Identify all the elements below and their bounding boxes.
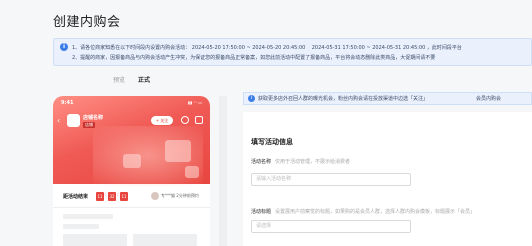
gift-decoration xyxy=(123,154,141,168)
notice-line-1: 1、请各位商家知悉在以下时间段内设置内购会活动： 2024-05-20 17:5… xyxy=(72,44,462,51)
notice-line1-prefix: 1、请各位商家知悉在以下时间段内设置内购会活动： xyxy=(72,45,191,51)
countdown-row: 距活动结束 11 : 32 : 11 专***猫 2分钟前预约 xyxy=(53,192,210,204)
notice-banner: i 1、请各位商家知悉在以下时间段内设置内购会活动： 2024-05-20 17… xyxy=(53,38,532,66)
field-label-text: 活动标题 xyxy=(251,209,272,215)
share-icon xyxy=(195,116,203,124)
notice-period-1: 2024-05-20 17:50:00 ~ 2024-05-20 20:45:0… xyxy=(191,45,306,51)
field-label-title: 活动标题 设置展用户前察觉的标题，如果购的是会员人群，选择人群内购会模板，标题展示… xyxy=(251,208,475,215)
activity-name-input[interactable]: 请输入活动名称 xyxy=(251,173,411,186)
phone-status-time: 9:41 xyxy=(61,100,74,106)
divider xyxy=(53,207,210,208)
countdown-colon: : xyxy=(117,192,119,198)
form-section-title: 填写活动信息 xyxy=(251,138,293,146)
tip-text-member: 会员内购会 xyxy=(476,96,502,102)
side-placeholder xyxy=(219,96,227,246)
clock-icon xyxy=(181,116,189,124)
back-arrow-icon: ‹ xyxy=(57,116,61,125)
activity-form: 填写活动信息 活动名称 仅用于活动管理，不展示给消费者 请输入活动名称 活动标题设… xyxy=(243,112,532,246)
notice-line1-suffix: ，此时间段平台 xyxy=(426,45,462,51)
skeleton-line xyxy=(63,214,113,219)
info-icon: i xyxy=(248,95,255,102)
notice-line-2: 2、提醒的商家，因报备商品与内购会活动产生冲突，为保证您的报备商品正常备案，如您… xyxy=(72,55,436,61)
activity-title-select[interactable]: 请选择 xyxy=(251,220,411,233)
shop-logo xyxy=(67,114,80,127)
countdown-colon: : xyxy=(105,192,107,198)
gift-decoration xyxy=(165,140,191,162)
skeleton-block xyxy=(133,234,197,246)
phone-hero-banner xyxy=(53,96,210,186)
page: 创建内购会 i 1、请各位商家知悉在以下时间段内设置内购会活动： 2024-05… xyxy=(0,0,532,246)
preview-toggle-official[interactable]: 正式 xyxy=(138,75,150,84)
field-label-text: 活动名称 xyxy=(251,159,272,165)
field-hint: 仅用于活动管理，不展示给消费者 xyxy=(275,159,351,165)
reservation-text: 专***猫 2分钟前预约 xyxy=(161,193,199,198)
countdown-minutes: 32 xyxy=(108,192,116,201)
countdown-label: 距活动结束 xyxy=(63,194,89,200)
countdown-seconds: 11 xyxy=(120,192,128,201)
shop-tag: 店铺 xyxy=(83,122,95,128)
phone-preview: 9:41 ▮▮ ◠ ▭ ‹ 店铺名称 店铺 + 关注 距活动结束 11 : 32… xyxy=(53,96,210,246)
tip-banner: i 获取更多店外召回人群的曝光机会，粉丝内购会请在投放渠道中边选「关注」 会员内… xyxy=(243,92,532,105)
avatar xyxy=(151,192,159,200)
gift-decoration xyxy=(185,166,199,178)
preview-toggle-preview[interactable]: 预览 xyxy=(113,75,125,84)
field-hint: 设置展用户前察觉的标题，如果购的是会员人群，选择人群内购会模板，标题展示「会员」 xyxy=(275,209,476,215)
shop-name: 店铺名称 xyxy=(83,115,104,121)
phone-status-icons: ▮▮ ◠ ▭ xyxy=(187,100,202,105)
page-title: 创建内购会 xyxy=(53,15,121,30)
field-label-name: 活动名称 仅用于活动管理，不展示给消费者 xyxy=(251,158,350,165)
info-icon: i xyxy=(60,43,68,51)
skeleton-block xyxy=(63,234,127,246)
notice-period-2: 2024-05-31 17:50:00 ~ 2024-05-31 20:45:0… xyxy=(311,45,426,51)
skeleton-line xyxy=(63,224,99,229)
countdown-hours: 11 xyxy=(96,192,104,201)
follow-button: + 关注 xyxy=(151,116,173,125)
tip-text: 获取更多店外召回人群的曝光机会，粉丝内购会请在投放渠道中边选「关注」 xyxy=(258,96,429,102)
